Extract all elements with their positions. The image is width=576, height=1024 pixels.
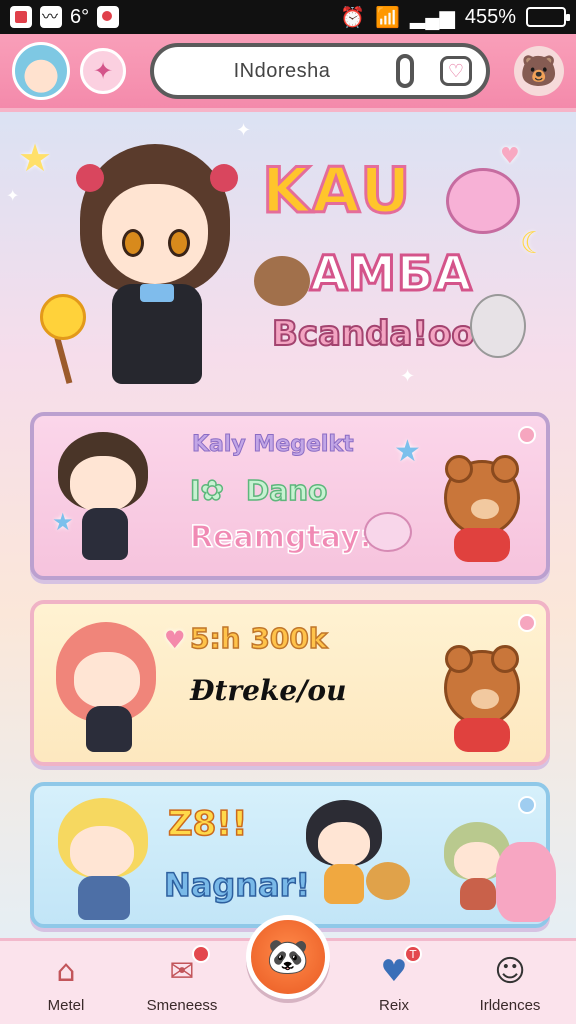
battery-percent: 455% <box>464 5 516 28</box>
banner-title-line-3: Bcanda!ooo <box>271 313 499 355</box>
tag-icon <box>97 6 120 28</box>
content-card-1[interactable]: ★ ★ Kaly Megelkt I✿ Dano Reamgtay:- <box>30 412 550 580</box>
moon-icon: ☾ <box>520 226 547 261</box>
alarm-icon: ⏰ <box>340 6 365 29</box>
mic-icon[interactable] <box>396 54 414 88</box>
bottom-nav: ⌂ Metel ✉ Smeneess 🐼 ♥ T Reix ☺ Irldences <box>0 915 576 1024</box>
nav-profile[interactable]: ☺ Irldences <box>462 951 558 1015</box>
animal-face-icon[interactable]: 🐻 <box>514 46 564 96</box>
avatar[interactable] <box>12 42 70 100</box>
nav-messages[interactable]: ✉ Smeneess <box>134 945 230 1014</box>
nav-profile-label: Irldences <box>479 997 541 1014</box>
heart-icon: ♥ <box>500 144 520 169</box>
center-panda-icon[interactable]: 🐼 <box>246 915 330 999</box>
nav-reix-label: Reix <box>378 997 409 1014</box>
heart-icon: ♥ <box>164 626 186 654</box>
card2-character <box>52 622 162 752</box>
sparkle-icon: ✦ <box>400 366 416 387</box>
nav-reix[interactable]: ♥ T Reix <box>346 945 442 1014</box>
pin-icon[interactable] <box>518 426 536 444</box>
content-card-3[interactable]: Z8!! Nagnar! <box>30 782 556 928</box>
status-left: 6° <box>10 3 120 29</box>
calendar-icon <box>10 6 32 28</box>
search-input[interactable]: INdoresha <box>168 60 396 83</box>
banner-character <box>40 134 250 394</box>
bear-icon <box>444 455 520 536</box>
bear-icon <box>444 645 520 726</box>
battery-icon <box>526 7 570 27</box>
dog-mascot-icon <box>366 862 410 900</box>
star-icon: ★ <box>394 434 421 469</box>
notification-badge <box>192 945 210 963</box>
bunny-mascot-icon <box>470 294 526 358</box>
card2-line-2: Đtreke/ou <box>190 674 347 707</box>
status-bar: 6° ⏰ 📶 ▂▄▆ 455% <box>0 0 576 34</box>
bunny-mascot-icon <box>364 512 412 552</box>
heart-icon[interactable]: ♡ <box>440 56 472 86</box>
card2-line-1: 5:h 300k <box>189 621 328 656</box>
banner-title-line-2: AMБA <box>309 245 474 304</box>
nav-home[interactable]: ⌂ Metel <box>18 951 114 1015</box>
bear-body <box>454 528 510 562</box>
profile-icon[interactable]: ☺ <box>488 951 532 991</box>
card1-line-1: Kaly Megelkt <box>192 432 355 458</box>
card3-line-2: Nagnar! <box>163 865 311 905</box>
card3-character-1 <box>54 798 154 922</box>
content-card-2[interactable]: ♥ 5:h 300k Đtreke/ou <box>30 600 550 766</box>
card3-line-1: Z8!! <box>167 803 248 845</box>
sparkle-icon[interactable]: ✦ <box>80 48 126 94</box>
dog-mascot-icon <box>254 256 310 306</box>
notification-badge: T <box>404 945 422 963</box>
voicemail-icon <box>40 3 62 28</box>
mail-icon[interactable]: ✉ <box>160 945 210 991</box>
app-header: ✦ INdoresha ♡ 🐻 <box>0 34 576 112</box>
bear-body <box>454 718 510 752</box>
search-bar[interactable]: INdoresha ♡ <box>150 43 490 99</box>
home-icon[interactable]: ⌂ <box>44 951 88 991</box>
temperature: 6° <box>70 5 90 28</box>
signal-icon: ▂▄▆ <box>409 6 455 29</box>
card1-line-2: Dano <box>245 473 328 508</box>
sparkle-icon: ✦ <box>6 186 20 205</box>
star-icon: ★ <box>18 136 53 180</box>
wifi-icon: 📶 <box>375 6 400 29</box>
heart-shield-icon[interactable]: ♥ T <box>372 945 422 991</box>
card1-line-2-prefix: I✿ <box>189 473 224 508</box>
ghost-mascot-icon <box>446 168 520 234</box>
pin-icon[interactable] <box>518 796 536 814</box>
nav-home-label: Metel <box>47 997 85 1014</box>
status-right: ⏰ 📶 ▂▄▆ 455% <box>340 5 570 30</box>
nav-messages-label: Smeneess <box>146 997 218 1014</box>
bunny-mascot-icon <box>496 842 556 922</box>
banner-title-line-1: KAU <box>260 153 413 229</box>
card1-line-3: Reamgtay:- <box>189 519 385 556</box>
hero-banner[interactable]: ★ ✦ ✦ ✦ ☾ ♥ KAU AMБA Bcanda!ooo <box>0 116 576 396</box>
card1-character <box>56 430 152 560</box>
star-icon: ★ <box>52 508 74 536</box>
pin-icon[interactable] <box>518 614 536 632</box>
